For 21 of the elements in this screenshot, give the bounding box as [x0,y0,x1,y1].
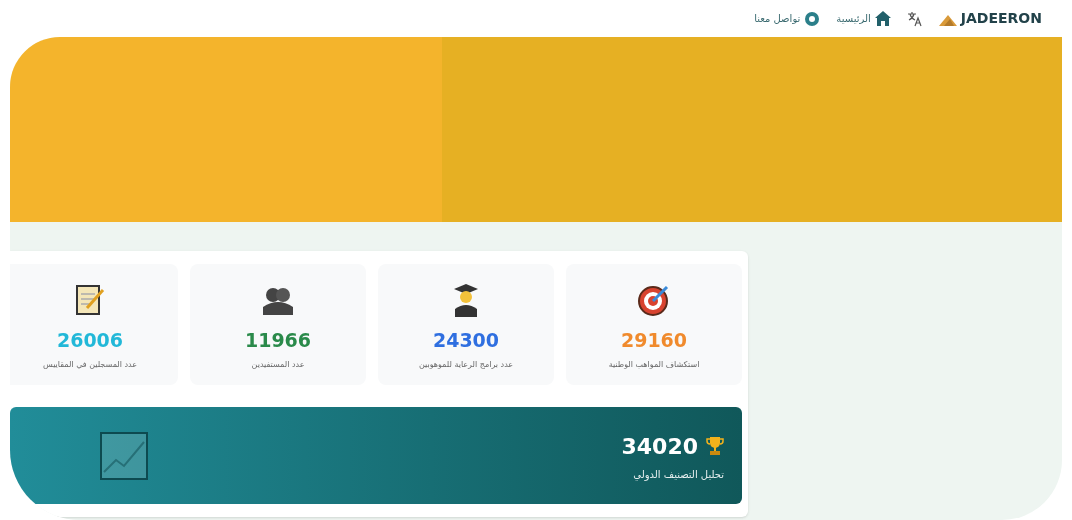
stat-label: عدد برامج الرعاية للموهوبين [418,358,514,371]
stat-label: استكشاف المواهب الوطنية [608,358,700,371]
chart-trend-icon [100,431,148,480]
graduate-icon [452,283,480,317]
target-icon [637,283,671,317]
stat-value: 29160 [620,328,688,353]
trophy-icon [706,436,724,456]
stat-label: عدد المستفيدين [251,358,305,371]
nav-link[interactable]: تواصل معنا [754,11,801,26]
stat-label: عدد المسجلين في المقاييس [43,358,137,371]
note-icon [75,284,105,316]
stat-value: 11966 [244,328,312,353]
ranking-value: 34020 [621,432,698,461]
stat-value: 24300 [432,328,500,353]
home-icon [874,11,891,26]
ranking-label: تحليل التصنيف الدولي [632,467,724,482]
logo-text[interactable]: JADEERON [960,8,1042,29]
nav-link[interactable]: الرئيسية [836,11,871,26]
people-icon [261,285,295,315]
translate-icon[interactable] [906,10,923,27]
stat-value: 26006 [56,328,124,353]
